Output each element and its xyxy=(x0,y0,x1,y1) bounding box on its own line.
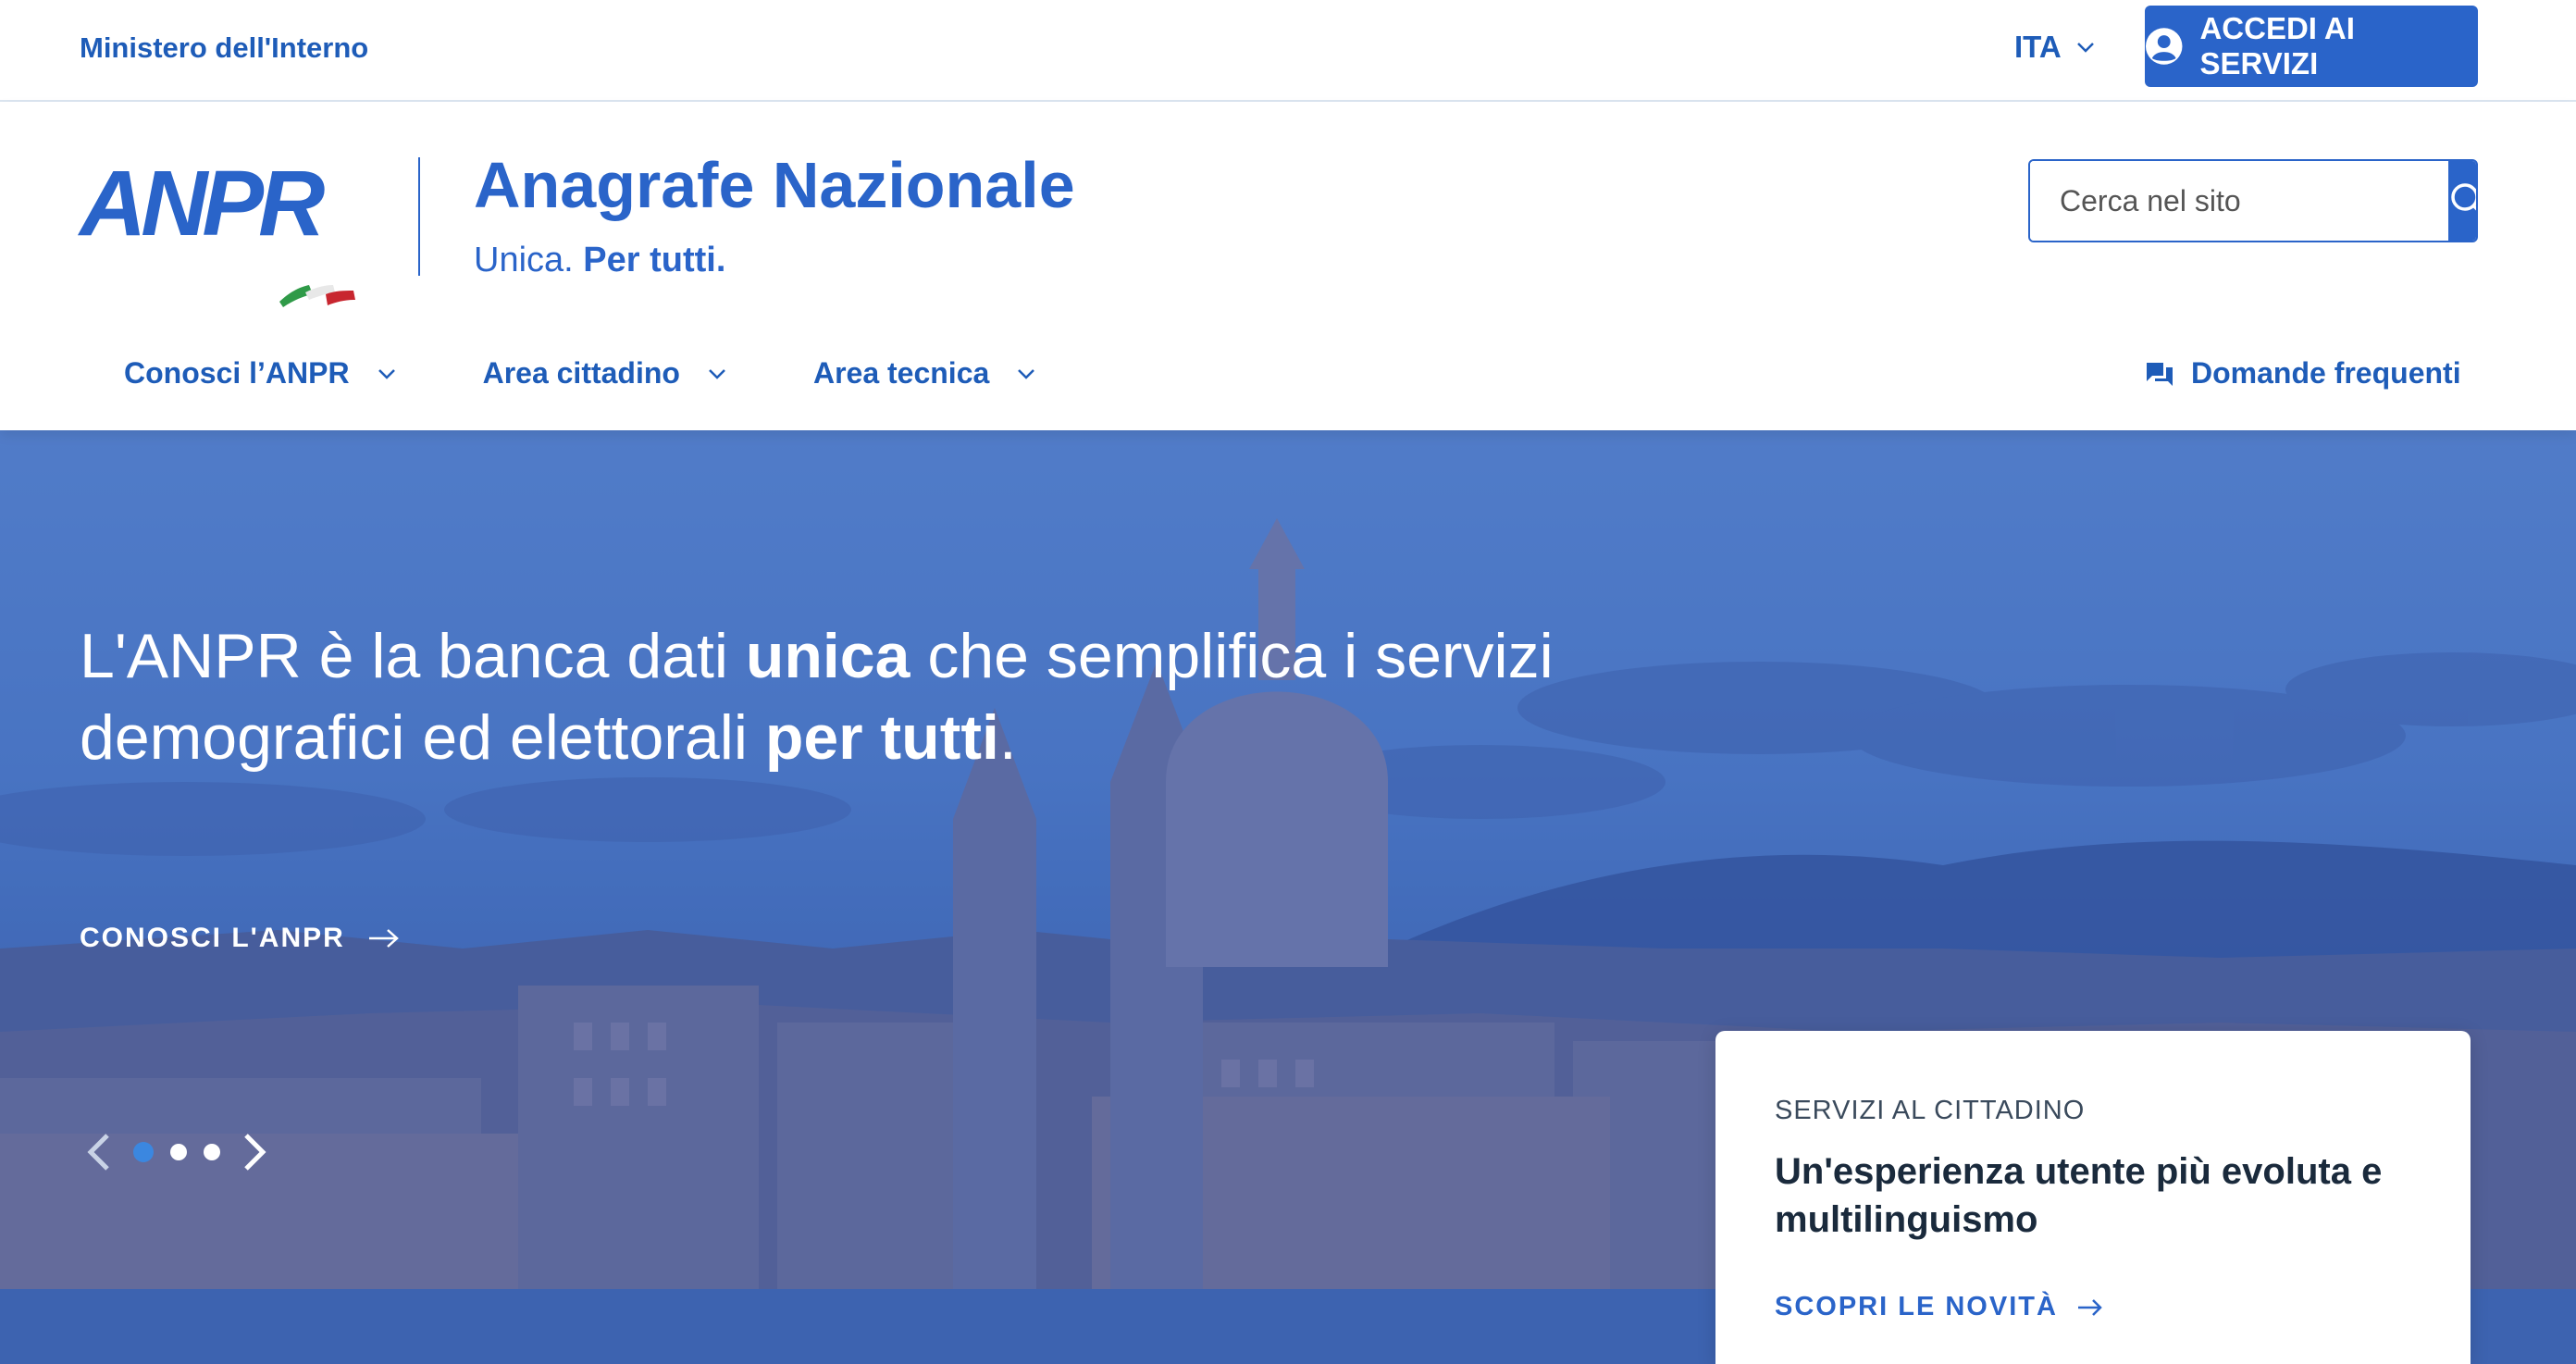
card-title: Un'esperienza utente più evoluta e multi… xyxy=(1775,1151,2383,1240)
carousel-dot[interactable] xyxy=(204,1144,220,1160)
hero-text-bold: per tutti xyxy=(764,702,999,773)
card-kicker: SERVIZI AL CITTADINO xyxy=(1775,1096,2086,1125)
site-header: ANPR Anagrafe Nazionale Unica. Per tutti… xyxy=(0,102,2576,430)
top-utility-bar: Ministero dell'Interno ITA ACCEDI AI SER… xyxy=(0,0,2576,102)
nav-label: Area tecnica xyxy=(812,356,990,390)
language-label: ITA xyxy=(2014,30,2062,64)
flag-brush-icon xyxy=(279,285,355,307)
arrow-right-icon xyxy=(2077,1298,2102,1316)
card-link[interactable]: SCOPRI LE NOVITÀ xyxy=(1775,1292,2104,1322)
carousel-controls xyxy=(80,1130,274,1174)
ministry-link[interactable]: Ministero dell'Interno xyxy=(80,31,368,65)
search-box xyxy=(2028,159,2478,242)
login-button[interactable]: ACCEDI AI SERVIZI xyxy=(2145,6,2478,87)
anpr-logo[interactable]: ANPR xyxy=(80,152,366,307)
user-circle-icon xyxy=(2145,28,2183,65)
nav-area-tecnica[interactable]: Area tecnica xyxy=(813,356,1037,391)
news-card: SERVIZI AL CITTADINO Un'esperienza utent… xyxy=(1715,1031,2471,1364)
card-link-label: SCOPRI LE NOVITÀ xyxy=(1775,1292,2058,1321)
chevron-left-icon xyxy=(87,1134,109,1171)
header-divider xyxy=(418,157,420,276)
nav-label: Area cittadino xyxy=(482,356,680,390)
carousel-next-button[interactable] xyxy=(237,1130,274,1174)
main-nav: Conosci l’ANPR Area cittadino Area tecni… xyxy=(124,356,1037,391)
chat-bubbles-icon xyxy=(2147,362,2173,386)
search-button[interactable] xyxy=(2448,161,2476,241)
site-tagline: Unica. Per tutti. xyxy=(474,241,725,280)
nav-label: Conosci l’ANPR xyxy=(124,356,350,390)
hero-text: . xyxy=(998,702,1017,773)
arrow-right-icon xyxy=(368,929,399,948)
nav-area-cittadino[interactable]: Area cittadino xyxy=(483,356,728,391)
logo-text: ANPR xyxy=(80,152,325,255)
login-label: ACCEDI AI SERVIZI xyxy=(2199,11,2355,81)
hero-text-bold: unica xyxy=(745,621,910,691)
hero-headline: L'ANPR è la banca dati unica che semplif… xyxy=(80,615,1653,778)
language-selector[interactable]: ITA xyxy=(2014,30,2097,65)
chevron-down-icon xyxy=(709,368,725,379)
chevron-right-icon xyxy=(244,1134,266,1171)
chevron-down-icon xyxy=(2076,43,2094,53)
site-title: Anagrafe Nazionale xyxy=(474,149,1075,221)
search-icon xyxy=(2451,183,2476,211)
hero-cta-link[interactable]: CONOSCI L'ANPR xyxy=(80,923,401,954)
carousel-prev-button[interactable] xyxy=(80,1130,117,1174)
tagline-plain: Unica. xyxy=(474,241,574,279)
hero-cta-label: CONOSCI L'ANPR xyxy=(80,923,345,953)
faq-label: Domande frequenti xyxy=(2191,356,2461,390)
faq-link[interactable]: Domande frequenti xyxy=(2145,356,2461,391)
chevron-down-icon xyxy=(378,368,395,379)
carousel-dot[interactable] xyxy=(170,1144,187,1160)
search-input[interactable] xyxy=(2030,161,2448,241)
hero-text: L'ANPR è la banca dati xyxy=(80,621,746,691)
nav-conosci-anpr[interactable]: Conosci l’ANPR xyxy=(124,356,398,391)
tagline-bold: Per tutti. xyxy=(583,241,726,279)
carousel-dot[interactable] xyxy=(133,1142,154,1162)
chevron-down-icon xyxy=(1018,368,1035,379)
